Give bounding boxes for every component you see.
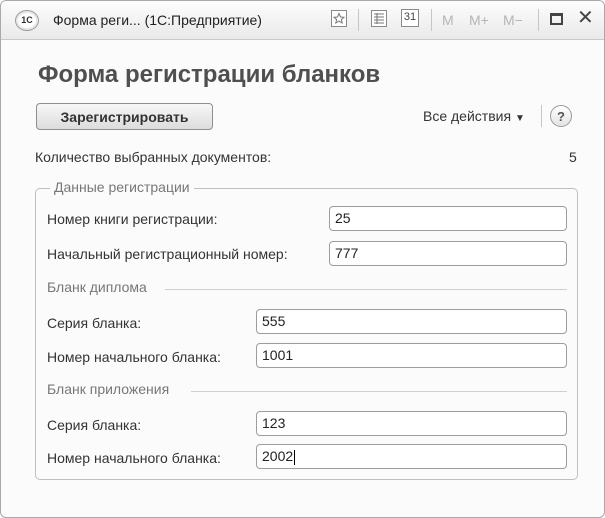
appendix-start-number-field[interactable]: 2002: [256, 444, 567, 469]
app-logo-icon[interactable]: 1С: [15, 10, 39, 31]
diploma-start-number-field[interactable]: 1001: [256, 343, 567, 368]
toolbar-separator: [538, 9, 539, 31]
toolbar-separator: [358, 9, 359, 31]
appendix-series-field[interactable]: 123: [256, 411, 567, 436]
help-button[interactable]: ?: [550, 105, 572, 127]
diploma-series-label: Серия бланка:: [47, 315, 142, 331]
diploma-divider: [165, 289, 567, 290]
window-title: Форма реги... (1С:Предприятие): [53, 12, 262, 28]
registration-group: [35, 188, 578, 480]
favorite-icon[interactable]: [331, 10, 347, 27]
registration-group-legend: Данные регистрации: [50, 179, 194, 195]
title-bar: 1С Форма реги... (1С:Предприятие) 31 M M…: [1, 1, 604, 40]
all-actions-label: Все действия: [423, 108, 512, 124]
calendar-icon[interactable]: 31: [401, 9, 419, 27]
maximize-icon[interactable]: [550, 13, 563, 25]
appendix-divider: [191, 391, 567, 392]
start-reg-number-label: Начальный регистрационный номер:: [47, 246, 288, 262]
text-caret: [294, 449, 296, 465]
list-icon[interactable]: [371, 10, 387, 27]
form-title: Форма регистрации бланков: [38, 61, 381, 88]
toolbar-separator: [431, 9, 432, 31]
memory-minus-button[interactable]: M−: [503, 12, 523, 28]
appendix-start-number-label: Номер начального бланка:: [47, 450, 221, 466]
close-icon[interactable]: ✕: [577, 8, 594, 28]
start-reg-number-field[interactable]: 777: [329, 241, 567, 266]
appendix-series-label: Серия бланка:: [47, 417, 142, 433]
diploma-heading: Бланк диплома: [47, 279, 147, 295]
book-number-field[interactable]: 25: [329, 206, 567, 231]
memory-plus-button[interactable]: M+: [469, 12, 489, 28]
diploma-series-field[interactable]: 555: [256, 309, 567, 334]
memory-m-button[interactable]: M: [442, 12, 454, 28]
app-window: 1С Форма реги... (1С:Предприятие) 31 M M…: [0, 0, 605, 518]
all-actions-menu[interactable]: Все действия ▼: [423, 108, 525, 124]
appendix-heading: Бланк приложения: [47, 381, 170, 397]
selected-docs-value: 5: [569, 149, 577, 165]
book-number-label: Номер книги регистрации:: [47, 211, 218, 227]
appendix-start-number-value: 2002: [262, 448, 294, 464]
chevron-down-icon: ▼: [515, 113, 525, 124]
register-button[interactable]: Зарегистрировать: [36, 103, 213, 130]
actions-separator: [541, 105, 542, 127]
diploma-start-number-label: Номер начального бланка:: [47, 349, 221, 365]
selected-docs-label: Количество выбранных документов:: [35, 149, 272, 165]
